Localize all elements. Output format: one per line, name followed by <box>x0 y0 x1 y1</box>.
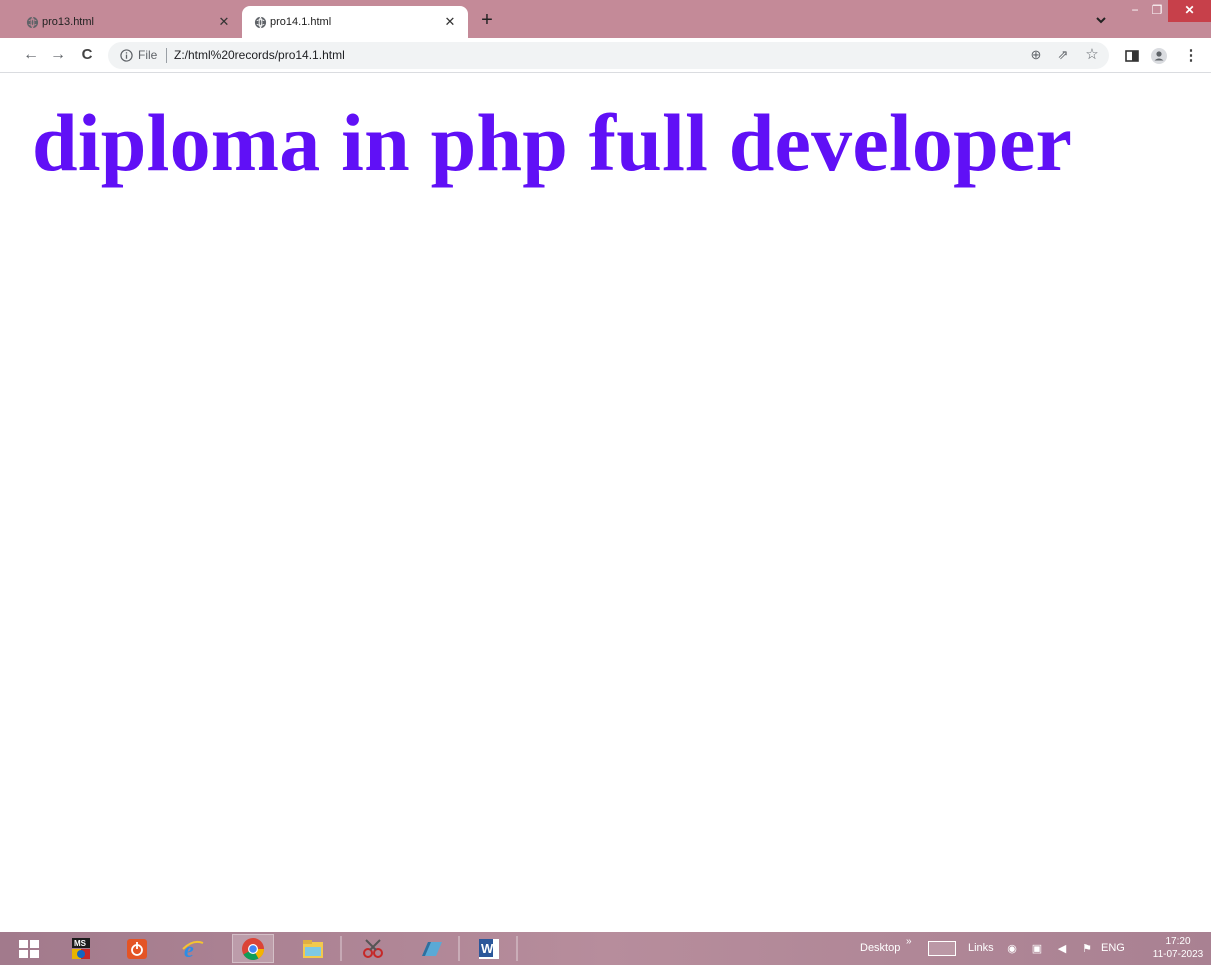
language-indicator[interactable]: ENG <box>1101 942 1125 954</box>
tab-pro13[interactable]: pro13.html ✕ <box>14 6 242 38</box>
taskbar: MS e W Desktop » Links ◉ ▣ ◀ ⚑ ENG 17:20… <box>0 932 1211 965</box>
taskbar-separator <box>340 936 342 961</box>
back-arrow-icon[interactable]: ← <box>22 46 40 64</box>
windows-start-button[interactable] <box>8 934 50 963</box>
restore-button[interactable]: ❐ <box>1144 0 1170 22</box>
svg-text:W: W <box>481 941 494 956</box>
tab-title: pro14.1.html <box>270 16 332 28</box>
taskbar-separator <box>458 936 460 961</box>
clock-date: 11-07-2023 <box>1152 949 1204 960</box>
url-text[interactable]: Z:/html%20records/pro14.1.html <box>174 48 345 62</box>
ms-app-icon: MS <box>72 937 90 959</box>
network-user-icon[interactable]: ◉ <box>1004 941 1020 957</box>
bookmark-star-icon[interactable]: ☆ <box>1084 47 1100 63</box>
page-heading: diploma in php full developer <box>32 97 1073 188</box>
tab-strip: pro13.html ✕ pro14.1.html ✕ + − ❐ ✕ <box>0 0 1211 38</box>
profile-avatar-icon[interactable] <box>1150 47 1168 65</box>
chevron-right-icon[interactable]: » <box>906 936 912 947</box>
snipping-tool-button[interactable] <box>352 934 394 963</box>
page-viewport: diploma in php full developer <box>0 74 1211 932</box>
svg-text:MS: MS <box>74 939 87 948</box>
close-tab-icon[interactable]: ✕ <box>442 14 458 30</box>
ms-app-button[interactable]: MS <box>60 934 102 963</box>
info-icon[interactable] <box>120 49 133 62</box>
more-menu-icon[interactable]: ⋮ <box>1182 47 1200 65</box>
new-tab-button[interactable]: + <box>476 10 498 32</box>
chrome-icon <box>242 937 264 960</box>
flag-icon[interactable]: ⚑ <box>1079 941 1095 957</box>
browser-toolbar: ← → C File Z:/html%20records/pro14.1.htm… <box>0 38 1211 73</box>
close-tab-icon[interactable]: ✕ <box>216 14 232 30</box>
system-clock[interactable]: 17:20 11-07-2023 <box>1150 935 1206 961</box>
windows-logo-icon <box>19 939 39 958</box>
power-app-button[interactable] <box>116 934 158 963</box>
chevron-down-icon[interactable] <box>1094 13 1108 27</box>
power-icon <box>127 938 147 959</box>
taskbar-separator <box>516 936 518 961</box>
speaker-muted-icon[interactable]: ◀ <box>1054 941 1070 957</box>
browser-window: pro13.html ✕ pro14.1.html ✕ + − ❐ ✕ ← → … <box>0 0 1211 965</box>
clock-time: 17:20 <box>1165 936 1191 947</box>
globe-icon <box>26 16 39 29</box>
internet-explorer-button[interactable]: e <box>172 934 214 963</box>
links-toolbar-label[interactable]: Links <box>968 942 994 954</box>
reload-icon[interactable]: C <box>78 46 96 64</box>
tab-title: pro13.html <box>42 16 94 28</box>
forward-arrow-icon[interactable]: → <box>49 46 67 64</box>
app-taskbar-button[interactable] <box>410 934 452 963</box>
desktop-toolbar-label[interactable]: Desktop <box>860 942 900 954</box>
file-explorer-button[interactable] <box>292 934 334 963</box>
close-window-button[interactable]: ✕ <box>1168 0 1211 22</box>
share-icon[interactable]: ⇗ <box>1055 47 1071 63</box>
side-panel-icon[interactable] <box>1123 47 1141 65</box>
zoom-icon[interactable]: ⊕ <box>1028 47 1044 63</box>
tab-pro14-1[interactable]: pro14.1.html ✕ <box>242 6 468 38</box>
app-icon <box>422 941 442 956</box>
address-bar[interactable]: File Z:/html%20records/pro14.1.html ⊕ ⇗ … <box>108 42 1109 69</box>
globe-icon <box>254 16 267 29</box>
network-icon[interactable]: ▣ <box>1029 941 1045 957</box>
folder-icon <box>303 939 323 958</box>
scheme-label: File <box>138 48 158 62</box>
chrome-taskbar-button[interactable] <box>232 934 274 963</box>
keyboard-icon[interactable] <box>928 941 956 956</box>
divider <box>166 48 167 63</box>
internet-explorer-icon: e <box>182 937 204 961</box>
svg-text:e: e <box>184 937 194 961</box>
word-taskbar-button[interactable]: W <box>468 934 510 963</box>
scissors-icon <box>363 938 383 958</box>
word-icon: W <box>479 938 499 959</box>
